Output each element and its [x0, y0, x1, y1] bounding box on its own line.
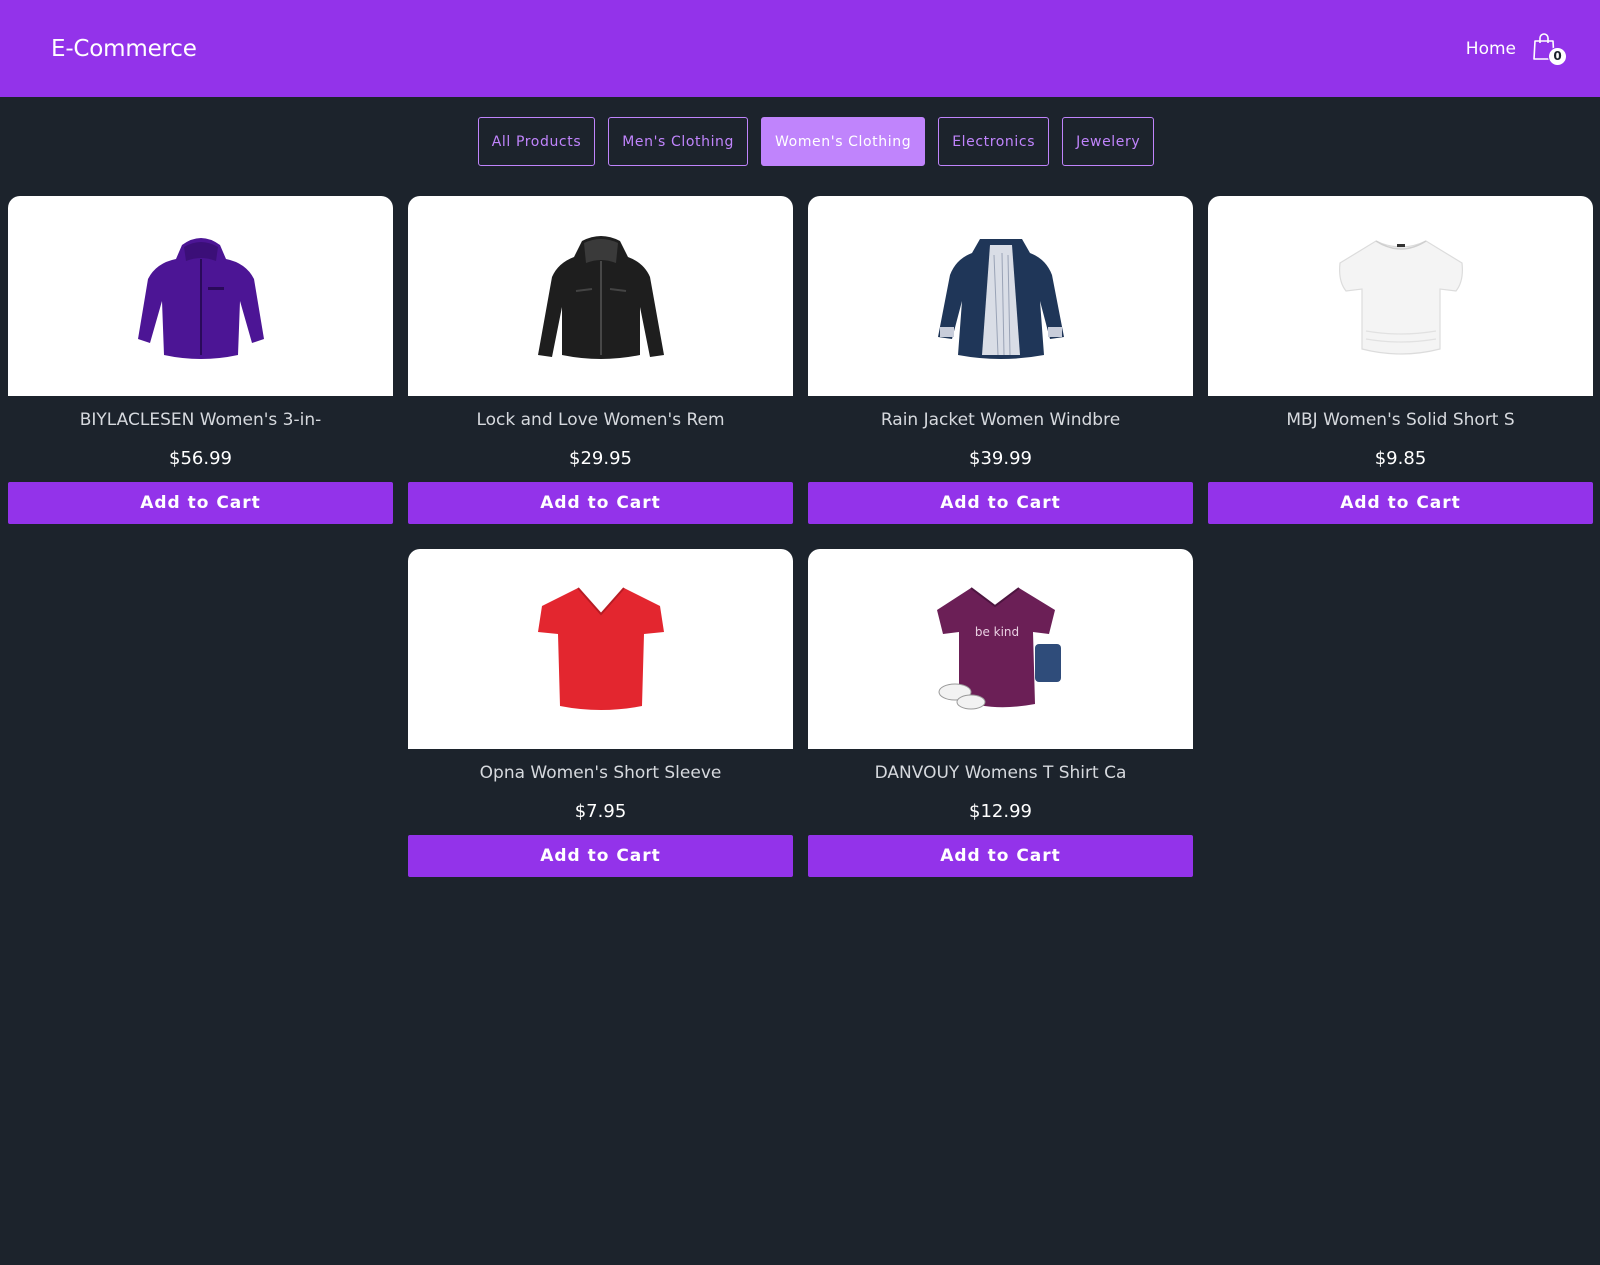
filter-jewelery[interactable]: Jewelery: [1062, 117, 1155, 166]
tshirt-print-text: be kind: [974, 625, 1018, 639]
category-filters: All Products Men's Clothing Women's Clot…: [0, 117, 1600, 166]
product-card: Lock and Love Women's Rem $29.95 Add to …: [408, 196, 793, 524]
product-card: be kind DANVOUY Womens T Shirt Ca $12.99…: [808, 549, 1193, 877]
white-tshirt-image: [1338, 240, 1463, 355]
navy-rain-jacket-image: [937, 239, 1064, 359]
product-card: BIYLACLESEN Women's 3-in- $56.99 Add to …: [8, 196, 393, 524]
product-price: $39.99: [969, 448, 1032, 469]
product-card: MBJ Women's Solid Short S $9.85 Add to C…: [1208, 196, 1593, 524]
product-price: $29.95: [569, 448, 632, 469]
be-kind-tshirt-image: be kind: [936, 587, 1061, 710]
product-card: Opna Women's Short Sleeve $7.95 Add to C…: [408, 549, 793, 877]
product-price: $56.99: [169, 448, 232, 469]
filter-mens-clothing[interactable]: Men's Clothing: [608, 117, 749, 166]
product-card: Rain Jacket Women Windbre $39.99 Add to …: [808, 196, 1193, 524]
add-to-cart-button[interactable]: Add to Cart: [1208, 482, 1593, 524]
product-title[interactable]: Lock and Love Women's Rem: [476, 410, 724, 432]
add-to-cart-button[interactable]: Add to Cart: [808, 835, 1193, 877]
add-to-cart-button[interactable]: Add to Cart: [8, 482, 393, 524]
purple-jacket-image: [137, 238, 264, 359]
product-title[interactable]: Rain Jacket Women Windbre: [881, 410, 1120, 432]
product-image[interactable]: be kind: [808, 549, 1193, 749]
add-to-cart-button[interactable]: Add to Cart: [808, 482, 1193, 524]
product-image[interactable]: [408, 549, 793, 749]
product-price: $9.85: [1374, 448, 1427, 469]
product-grid: BIYLACLESEN Women's 3-in- $56.99 Add to …: [0, 196, 1600, 877]
cart-count-badge: 0: [1548, 46, 1567, 66]
product-title[interactable]: DANVOUY Womens T Shirt Ca: [875, 763, 1127, 785]
product-image[interactable]: [1208, 196, 1593, 396]
black-leather-jacket-image: [537, 236, 664, 359]
cart-button[interactable]: 0: [1532, 32, 1567, 66]
add-to-cart-button[interactable]: Add to Cart: [408, 835, 793, 877]
add-to-cart-button[interactable]: Add to Cart: [408, 482, 793, 524]
product-title[interactable]: MBJ Women's Solid Short S: [1286, 410, 1514, 432]
home-link[interactable]: Home: [1466, 39, 1516, 59]
nav-right: Home 0: [1466, 32, 1567, 66]
red-tshirt-image: [537, 587, 664, 710]
filter-electronics[interactable]: Electronics: [938, 117, 1050, 166]
product-title[interactable]: BIYLACLESEN Women's 3-in-: [80, 410, 322, 432]
brand-logo[interactable]: E-Commerce: [51, 36, 197, 62]
product-title[interactable]: Opna Women's Short Sleeve: [480, 763, 722, 785]
filter-womens-clothing[interactable]: Women's Clothing: [761, 117, 926, 166]
product-image[interactable]: [8, 196, 393, 396]
product-price: $12.99: [969, 801, 1032, 822]
filter-all-products[interactable]: All Products: [477, 117, 596, 166]
navbar: E-Commerce Home 0: [0, 0, 1600, 97]
product-image[interactable]: [808, 196, 1193, 396]
product-price: $7.95: [574, 801, 627, 822]
product-image[interactable]: [408, 196, 793, 396]
